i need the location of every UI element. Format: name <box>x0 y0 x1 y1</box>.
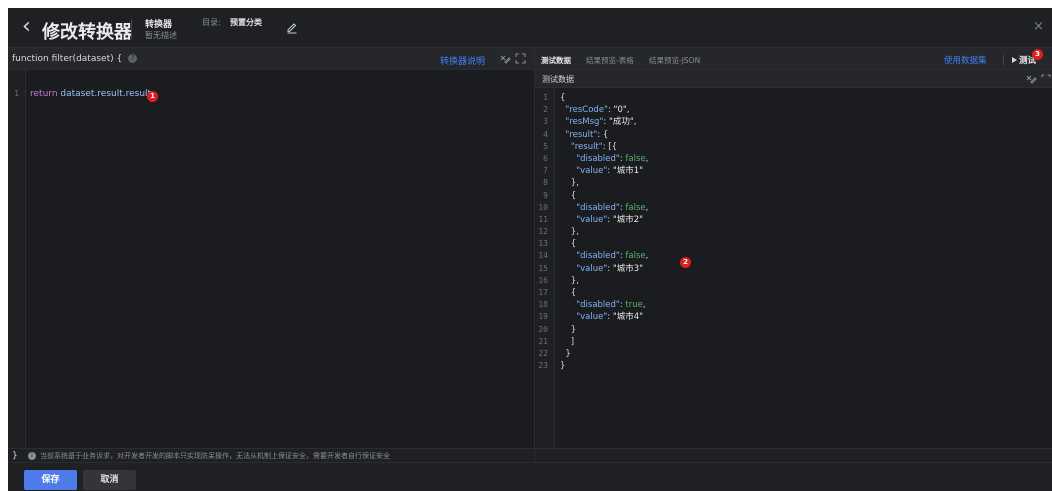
test-panel-footer <box>535 448 1052 462</box>
json-line: "value": "城市1" <box>576 166 644 177</box>
converter-help-link[interactable]: 转换器说明 <box>440 54 485 67</box>
code-keyword: return <box>30 89 58 99</box>
line-number: 11 <box>538 214 548 224</box>
converter-editor-dialog: ‹ 修改转换器 转换器 暂无描述 目录: 预置分类 × function fil… <box>8 8 1052 491</box>
function-signature: function filter(dataset) { ? <box>12 54 138 64</box>
line-number: 13 <box>538 239 548 249</box>
help-icon[interactable]: ? <box>128 54 138 63</box>
test-panel-tabs: 测试数据 结果预览-表格 结果预览-JSON 使用数据集 测试 <box>535 48 1052 70</box>
test-data-editor[interactable]: 1 2 3 4 5 6 7 8 9 10 11 12 13 14 15 16 17 18 19 20 21 22 23 { … <box>535 88 1052 448</box>
fullscreen-icon[interactable] <box>515 53 526 64</box>
play-icon[interactable] <box>1012 57 1017 63</box>
title-divider <box>131 19 132 39</box>
line-number: 7 <box>543 166 548 176</box>
script-editor[interactable]: 1 return dataset.result.result <box>8 70 534 448</box>
line-number: 20 <box>538 324 548 334</box>
json-line: }, <box>560 178 579 189</box>
script-footer: } i 当前系统基于业务诉求，对开发者开发的脚本只实现防呆操作，无法从机制上保证… <box>8 448 534 462</box>
json-line: "value": "城市2" <box>576 214 644 225</box>
line-number-gutter: 1 2 3 4 5 6 7 8 9 10 11 12 13 14 15 16 17 18 19 20 21 22 23 <box>535 88 555 448</box>
line-number: 15 <box>538 263 548 273</box>
line-number: 16 <box>538 275 548 285</box>
tab-preview-table[interactable]: 结果预览-表格 <box>586 55 634 66</box>
line-number: 17 <box>538 288 548 297</box>
line-number: 2 <box>543 105 548 115</box>
code-expression: dataset.result.result <box>57 89 152 99</box>
tab-test-data[interactable]: 测试数据 <box>541 55 571 66</box>
fullscreen-icon[interactable] <box>1041 74 1051 84</box>
test-data-title: 测试数据 <box>542 75 574 84</box>
converter-description: 暂无描述 <box>145 31 177 40</box>
line-number: 19 <box>538 312 548 322</box>
line-number: 22 <box>538 348 548 358</box>
header-bar: ‹ 修改转换器 转换器 暂无描述 目录: 预置分类 × <box>8 8 1052 48</box>
json-line: { <box>560 288 577 298</box>
json-line: { <box>560 93 566 103</box>
line-number: 4 <box>543 129 548 139</box>
line-number: 1 <box>14 89 19 98</box>
line-number: 8 <box>543 178 548 188</box>
json-line: }, <box>560 275 579 286</box>
line-number: 1 <box>543 93 548 102</box>
json-line: }, <box>560 227 579 238</box>
line-number: 6 <box>543 153 548 163</box>
edit-icon[interactable] <box>285 20 299 34</box>
annotation-badge-3: 3 <box>1032 49 1043 60</box>
toolbar-divider <box>1003 55 1004 65</box>
use-dataset-link[interactable]: 使用数据集 <box>944 54 987 66</box>
format-code-icon[interactable] <box>499 53 511 65</box>
script-toolbar: function filter(dataset) { ? 转换器说明 <box>8 48 534 70</box>
line-number: 18 <box>538 300 548 310</box>
line-number: 10 <box>538 202 548 212</box>
json-line: } <box>560 361 566 372</box>
line-number-gutter: 1 <box>8 70 26 448</box>
converter-name: 转换器 <box>145 20 173 30</box>
json-line: "result": { <box>565 129 609 140</box>
json-line: { <box>560 239 577 250</box>
function-signature-text: function filter(dataset) { <box>12 54 123 64</box>
json-line: "resMsg": "成功", <box>565 117 637 128</box>
json-content: { "resCode": "0", "resMsg": "成功", "resul… <box>560 92 648 372</box>
line-number: 12 <box>538 227 548 237</box>
json-line: { <box>560 190 577 201</box>
page-title: 修改转换器 <box>42 22 132 43</box>
format-json-icon[interactable] <box>1025 73 1037 85</box>
json-line: "disabled": false, <box>576 202 649 213</box>
line-number: 5 <box>543 141 548 151</box>
security-notice: 当前系统基于业务诉求，对开发者开发的脚本只实现防呆操作，无法从机制上保证安全，需… <box>40 452 390 460</box>
directory-label: 目录: <box>202 18 221 27</box>
test-data-subbar: 测试数据 <box>535 70 1052 88</box>
line-number: 9 <box>543 190 548 200</box>
json-line: "disabled": false, <box>576 153 649 164</box>
json-line: "resCode": "0", <box>565 105 630 116</box>
tab-preview-json[interactable]: 结果预览-JSON <box>649 55 700 66</box>
json-line: "disabled": false, <box>576 251 649 262</box>
json-line: "value": "城市3" <box>576 263 644 274</box>
directory-value: 预置分类 <box>230 18 262 27</box>
action-bar: 保存 取消 <box>8 462 1052 491</box>
back-icon[interactable]: ‹ <box>22 16 31 38</box>
cancel-button[interactable]: 取消 <box>83 470 136 490</box>
json-line: } <box>560 348 571 359</box>
json-line: ] <box>560 336 575 347</box>
close-icon[interactable]: × <box>1033 20 1044 33</box>
line-number: 3 <box>543 117 548 127</box>
closing-brace: } <box>12 451 18 461</box>
line-number: 23 <box>538 361 548 371</box>
line-number: 21 <box>538 336 548 346</box>
json-line: "disabled": true, <box>576 300 646 311</box>
json-line: "result": [{ <box>570 141 617 152</box>
json-line: "value": "城市4" <box>576 312 644 323</box>
save-button[interactable]: 保存 <box>24 470 77 490</box>
annotation-badge-1: 1 <box>147 91 158 102</box>
annotation-badge-2: 2 <box>680 257 691 268</box>
json-line: } <box>560 324 577 335</box>
info-icon: i <box>28 452 36 460</box>
code-line: return dataset.result.result <box>30 88 151 100</box>
line-number: 14 <box>538 251 548 261</box>
